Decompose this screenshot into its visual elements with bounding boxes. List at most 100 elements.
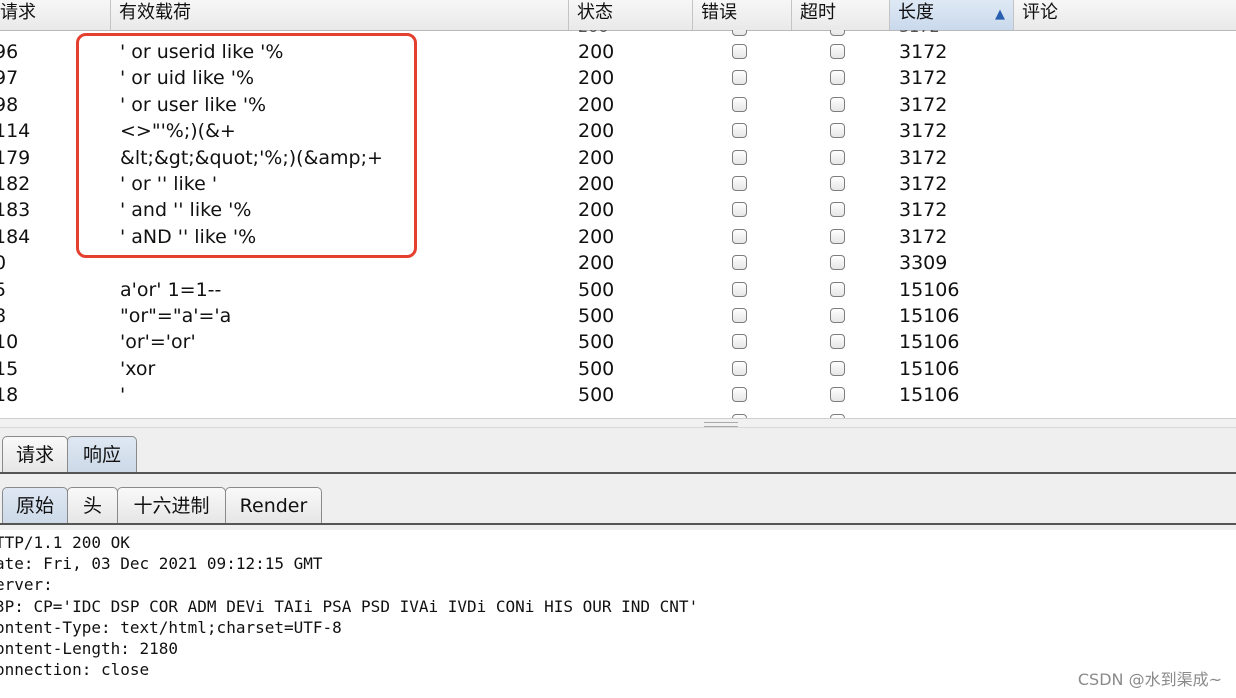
timeout-checkbox[interactable] [830, 334, 845, 350]
table-row[interactable]: 184 ' aND '' like '% 200 3172 [0, 224, 1236, 250]
table-row[interactable]: 18 ' 500 15106 [0, 382, 1236, 408]
error-checkbox[interactable] [732, 96, 747, 112]
error-checkbox[interactable] [732, 360, 747, 376]
cell-length: 3309 [899, 252, 948, 275]
cell-length: 3172 [899, 146, 948, 169]
timeout-checkbox[interactable] [830, 176, 845, 191]
table-row[interactable]: 96 ' or userid like '% 200 3172 [0, 39, 1236, 65]
error-checkbox[interactable] [732, 70, 747, 86]
header-timeout[interactable]: 超时 [791, 0, 889, 30]
cell-payload: 'xor [120, 357, 156, 380]
table-row[interactable]: 182 ' or '' like ' 200 3172 [0, 171, 1236, 197]
cell-request: 15 [0, 357, 19, 380]
timeout-checkbox[interactable] [830, 123, 845, 139]
cell-payload: ' and '' like '% [120, 199, 252, 222]
cell-status: 200 [578, 146, 615, 169]
cell-status: 200 [578, 225, 615, 248]
response-line: 3P: CP='IDC DSP COR ADM DEVi TAIi PSA PS… [0, 596, 699, 616]
cell-request: 182 [0, 173, 31, 195]
header-comment[interactable]: 评论 [1013, 0, 1236, 30]
cell-request: 8 [0, 305, 7, 327]
table-row-partial-bottom[interactable] [0, 410, 1236, 418]
cell-length: 3172 [899, 67, 948, 90]
header-length[interactable]: 长度 ▲ [889, 0, 1013, 30]
error-checkbox[interactable] [732, 202, 747, 218]
cell-payload: ' or '' like ' [120, 173, 218, 195]
cell-request: 184 [0, 225, 31, 248]
cell-request: 5 [0, 278, 7, 301]
cell-payload: ' [120, 384, 126, 407]
message-tabs: 请求 响应 [0, 428, 1236, 480]
error-checkbox[interactable] [732, 387, 747, 403]
error-checkbox[interactable] [732, 149, 747, 165]
table-row[interactable]: 5 a'or' 1=1-- 500 15106 [0, 277, 1236, 303]
table-row[interactable]: 10 'or'='or' 500 15106 [0, 329, 1236, 355]
table-row[interactable]: 15 'xor 500 15106 [0, 356, 1236, 382]
response-line: ontent-Length: 2180 [0, 639, 179, 658]
timeout-checkbox[interactable] [830, 202, 845, 218]
timeout-checkbox[interactable] [830, 255, 845, 271]
error-checkbox[interactable] [732, 30, 747, 36]
error-checkbox[interactable] [732, 334, 747, 350]
cell-status: 500 [578, 278, 615, 301]
table-row[interactable]: 114 <>"'%;)(&+ 200 3172 [0, 118, 1236, 144]
tab-divider [0, 472, 1236, 474]
results-table: 请求 有效载荷 状态 错误 超时 长度 ▲ 评论 200 3172 96 ' or… [0, 0, 1236, 418]
table-row[interactable]: 183 ' and '' like '% 200 3172 [0, 197, 1236, 223]
cell-status: 500 [578, 384, 615, 407]
header-error[interactable]: 错误 [692, 0, 791, 30]
error-checkbox[interactable] [732, 228, 747, 244]
header-payload[interactable]: 有效载荷 [110, 0, 568, 30]
header-request[interactable]: 请求 [0, 0, 112, 30]
error-checkbox[interactable] [732, 308, 747, 323]
tab-render[interactable]: Render [225, 487, 322, 523]
response-line: ontent-Type: text/html;charset=UTF-8 [0, 617, 342, 637]
error-checkbox[interactable] [732, 123, 747, 139]
cell-status: 200 [578, 41, 615, 63]
response-line: TTP/1.1 200 OK [0, 533, 130, 552]
error-checkbox[interactable] [732, 176, 747, 191]
cell-payload: ' or userid like '% [120, 41, 284, 63]
timeout-checkbox[interactable] [830, 149, 845, 165]
tab-request[interactable]: 请求 [2, 436, 68, 472]
tab-raw[interactable]: 原始 [2, 487, 68, 523]
tab-response[interactable]: 响应 [67, 436, 137, 472]
timeout-checkbox[interactable] [830, 308, 845, 323]
response-body[interactable]: TTP/1.1 200 OK ate: Fri, 03 Dec 2021 09:1… [0, 532, 1236, 698]
cell-payload: 'or'='or' [120, 331, 196, 354]
timeout-checkbox[interactable] [830, 281, 845, 297]
timeout-checkbox[interactable] [830, 360, 845, 376]
cell-length: 3172 [899, 41, 948, 63]
cell-status: 200 [578, 67, 615, 90]
watermark: CSDN @水到渠成~ [1077, 670, 1222, 689]
error-checkbox[interactable] [732, 281, 747, 297]
cell-status: 200 [578, 120, 615, 143]
header-status[interactable]: 状态 [568, 0, 692, 30]
timeout-checkbox[interactable] [830, 44, 845, 59]
cell-payload: a'or' 1=1-- [120, 278, 222, 301]
table-row[interactable]: 0 200 3309 [0, 250, 1236, 276]
timeout-checkbox[interactable] [830, 387, 845, 403]
tab-hex[interactable]: 十六进制 [117, 487, 226, 523]
timeout-checkbox[interactable] [830, 70, 845, 86]
table-row[interactable]: 97 ' or uid like '% 200 3172 [0, 65, 1236, 91]
timeout-checkbox[interactable] [830, 30, 845, 36]
cell-status: 200 [578, 199, 615, 222]
error-checkbox[interactable] [732, 44, 747, 59]
response-line: ate: Fri, 03 Dec 2021 09:12:15 GMT [0, 554, 323, 574]
cell-length: 3172 [899, 199, 948, 222]
cell-request: 114 [0, 120, 31, 143]
cell-status: 200 [578, 93, 615, 116]
cell-request: 10 [0, 331, 19, 354]
pane-splitter[interactable] [0, 418, 1236, 428]
tab-headers[interactable]: 头 [67, 487, 118, 523]
timeout-checkbox[interactable] [830, 228, 845, 244]
table-row[interactable]: 8 "or"="a'='a 500 15106 [0, 303, 1236, 329]
cell-request: 98 [0, 93, 19, 116]
table-row[interactable]: 98 ' or user like '% 200 3172 [0, 92, 1236, 118]
cell-payload: ' or uid like '% [120, 67, 255, 90]
timeout-checkbox[interactable] [830, 96, 845, 112]
table-row[interactable]: 179 &lt;&gt;&quot;'%;)(&amp;+ 200 3172 [0, 145, 1236, 171]
error-checkbox[interactable] [732, 255, 747, 271]
splitter-grip-icon[interactable] [704, 422, 738, 427]
